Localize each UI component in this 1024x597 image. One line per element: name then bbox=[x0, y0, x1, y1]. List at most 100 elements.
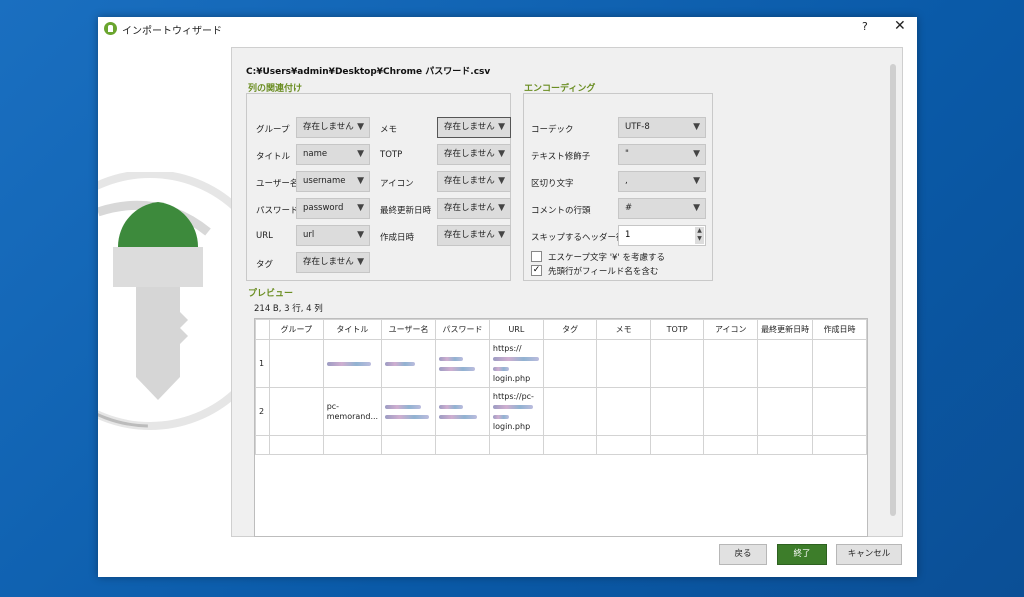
chevron-down-icon: ▼ bbox=[357, 149, 364, 159]
table-row[interactable] bbox=[255, 435, 867, 455]
column-header[interactable]: タグ bbox=[542, 319, 598, 340]
redacted-text bbox=[439, 366, 476, 371]
column-header[interactable]: 作成日時 bbox=[812, 319, 867, 340]
codec-label: コーデック bbox=[531, 125, 574, 135]
url-text: login.php bbox=[492, 421, 531, 431]
column-header[interactable]: URL bbox=[488, 319, 544, 340]
comment-combo[interactable]: # ▼ bbox=[618, 198, 706, 219]
chevron-down-icon: ▼ bbox=[693, 176, 700, 186]
column-header[interactable]: グループ bbox=[268, 319, 324, 340]
back-button[interactable]: 戻る bbox=[719, 544, 767, 565]
username-combo[interactable]: username ▼ bbox=[296, 171, 370, 192]
title-label: タイトル bbox=[256, 152, 291, 162]
chevron-down-icon: ▼ bbox=[357, 122, 364, 132]
chevron-down-icon: ▼ bbox=[693, 122, 700, 132]
column-header[interactable]: 最終更新日時 bbox=[757, 319, 814, 340]
column-header[interactable]: TOTP bbox=[649, 319, 705, 340]
escape-label: エスケープ文字 '¥' を考慮する bbox=[548, 253, 665, 263]
totp-label: TOTP bbox=[380, 150, 403, 160]
window-title: インポートウィザード bbox=[122, 26, 222, 37]
group-label: グループ bbox=[256, 125, 290, 135]
qualifier-combo[interactable]: " ▼ bbox=[618, 144, 706, 165]
preview-summary: 214 B, 3 行, 4 列 bbox=[254, 304, 323, 314]
chevron-down-icon: ▼ bbox=[357, 176, 364, 186]
redacted-text bbox=[326, 362, 371, 366]
created-label: 作成日時 bbox=[380, 233, 415, 243]
codec-combo[interactable]: UTF-8 ▼ bbox=[618, 117, 706, 138]
wizard-panel: C:¥Users¥admin¥Desktop¥Chrome パスワード.csv … bbox=[231, 47, 903, 537]
chevron-down-icon: ▼ bbox=[498, 122, 505, 132]
modified-label: 最終更新日時 bbox=[380, 206, 432, 216]
icon-combo[interactable]: 存在しません ▼ bbox=[437, 171, 511, 192]
title-combo[interactable]: name ▼ bbox=[296, 144, 370, 165]
memo-label: メモ bbox=[380, 125, 398, 135]
row-number: 1 bbox=[255, 339, 270, 388]
redacted-text bbox=[492, 404, 533, 409]
vertical-scrollbar[interactable] bbox=[890, 64, 896, 516]
redacted-text bbox=[439, 356, 464, 361]
preview-label: プレビュー bbox=[248, 289, 294, 299]
chevron-down-icon: ▼ bbox=[498, 149, 505, 159]
column-header[interactable]: メモ bbox=[596, 319, 651, 340]
spin-arrows-icon[interactable]: ▲ ▼ bbox=[695, 227, 704, 244]
tag-combo[interactable]: 存在しません ▼ bbox=[296, 252, 370, 273]
chevron-down-icon: ▼ bbox=[498, 203, 505, 213]
column-header[interactable]: パスワード bbox=[435, 319, 490, 340]
url-text: login.php bbox=[492, 373, 531, 383]
chevron-down-icon: ▼ bbox=[498, 230, 505, 240]
column-header[interactable]: アイコン bbox=[703, 319, 759, 340]
row-number: 2 bbox=[255, 387, 270, 436]
key-watermark-icon bbox=[98, 172, 238, 430]
memo-combo[interactable]: 存在しません ▼ bbox=[437, 117, 511, 138]
url-text: https:// bbox=[492, 343, 522, 353]
separator-combo[interactable]: , ▼ bbox=[618, 171, 706, 192]
title-text: pc- bbox=[326, 401, 340, 411]
chevron-down-icon: ▼ bbox=[357, 203, 364, 213]
finish-button[interactable]: 終了 bbox=[777, 544, 827, 565]
import-wizard-dialog: インポートウィザード ? ✕ C:¥Users¥admin¥Desktop¥Ch… bbox=[98, 17, 917, 577]
separator-label: 区切り文字 bbox=[531, 179, 574, 189]
password-combo[interactable]: password ▼ bbox=[296, 198, 370, 219]
comment-label: コメントの行頭 bbox=[531, 206, 591, 216]
file-path: C:¥Users¥admin¥Desktop¥Chrome パスワード.csv bbox=[246, 67, 491, 77]
redacted-text bbox=[492, 414, 509, 419]
group-combo[interactable]: 存在しません ▼ bbox=[296, 117, 370, 138]
url-combo[interactable]: url ▼ bbox=[296, 225, 370, 246]
chevron-down-icon: ▼ bbox=[498, 176, 505, 186]
username-label: ユーザー名 bbox=[256, 179, 299, 189]
chevron-down-icon: ▼ bbox=[693, 203, 700, 213]
modified-combo[interactable]: 存在しません ▼ bbox=[437, 198, 511, 219]
qualifier-label: テキスト修飾子 bbox=[531, 152, 591, 162]
redacted-text bbox=[385, 404, 422, 409]
escape-checkbox[interactable] bbox=[531, 251, 542, 262]
redacted-text bbox=[439, 414, 478, 419]
preview-table[interactable]: グループ タイトル ユーザー名 パスワード URL タグ メモ TOTP アイコ… bbox=[254, 318, 868, 537]
password-label: パスワード bbox=[256, 206, 299, 216]
title-text: memorand... bbox=[326, 411, 379, 421]
corner-cell[interactable] bbox=[255, 319, 270, 340]
column-header[interactable]: タイトル bbox=[322, 319, 383, 340]
header-checkbox[interactable]: ✓ bbox=[531, 265, 542, 276]
icon-label: アイコン bbox=[380, 179, 414, 189]
chevron-down-icon: ▼ bbox=[357, 257, 364, 267]
table-row[interactable]: 1 https:// login.php bbox=[255, 339, 867, 388]
tag-label: タグ bbox=[256, 260, 274, 270]
table-row[interactable]: 2 pc-memorand... https://pc-login.php bbox=[255, 387, 867, 436]
column-header[interactable]: ユーザー名 bbox=[381, 319, 437, 340]
cancel-button[interactable]: キャンセル bbox=[836, 544, 902, 565]
header-label: 先頭行がフィールド名を含む bbox=[548, 267, 659, 277]
close-button[interactable]: ✕ bbox=[894, 18, 906, 34]
redacted-text bbox=[492, 356, 539, 361]
totp-combo[interactable]: 存在しません ▼ bbox=[437, 144, 511, 165]
created-combo[interactable]: 存在しません ▼ bbox=[437, 225, 511, 246]
help-button[interactable]: ? bbox=[862, 20, 868, 33]
title-bar: インポートウィザード ? ✕ bbox=[98, 17, 917, 41]
url-text: https://pc- bbox=[492, 391, 534, 401]
redacted-text bbox=[439, 404, 464, 409]
redacted-text bbox=[492, 366, 509, 371]
skip-rows-spinbox[interactable]: 1 ▲ ▼ bbox=[618, 225, 706, 246]
chevron-down-icon: ▼ bbox=[693, 149, 700, 159]
preview-grid: グループ タイトル ユーザー名 パスワード URL タグ メモ TOTP アイコ… bbox=[255, 319, 867, 455]
redacted-text bbox=[385, 362, 416, 366]
url-label: URL bbox=[256, 231, 273, 241]
